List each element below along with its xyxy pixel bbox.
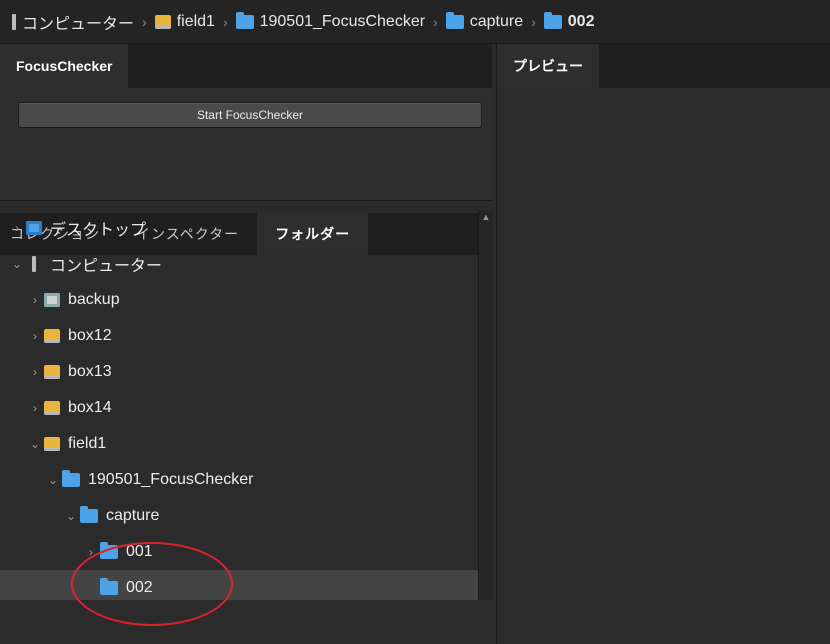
tree-item-desktop[interactable]: › デスクトップ (0, 210, 478, 246)
folder-icon (62, 470, 80, 487)
breadcrumb-item-focuschecker[interactable]: 190501_FocusChecker (235, 11, 426, 31)
chevron-right-icon: › (531, 13, 536, 30)
preview-panel: プレビュー (496, 44, 830, 644)
tree-item-box13[interactable]: › box13 (0, 354, 478, 390)
breadcrumb-label: コンピューター (22, 15, 135, 33)
tree-item-box12[interactable]: › box12 (0, 318, 478, 354)
preview-tabbar: プレビュー (497, 44, 830, 88)
folder-icon (100, 578, 118, 595)
breadcrumb-item-capture[interactable]: capture (445, 11, 524, 31)
tree-item-backup[interactable]: › backup (0, 282, 478, 318)
focuschecker-panel: Start FocusChecker (0, 88, 492, 201)
drive-icon (44, 365, 60, 379)
chevron-right-icon: › (222, 13, 228, 30)
tree-scrollbar[interactable]: ▲ (478, 210, 493, 600)
tree-item-label: 001 (126, 543, 153, 560)
chevron-down-icon[interactable]: ⌄ (64, 509, 78, 523)
breadcrumb-label: capture (469, 12, 524, 30)
breadcrumb-item-field1[interactable]: field1 (154, 12, 215, 31)
tree-item-label: field1 (68, 435, 107, 452)
backup-drive-icon (44, 293, 60, 307)
drive-icon (44, 329, 60, 343)
tree-item-label: 002 (126, 579, 153, 596)
start-focuschecker-button[interactable]: Start FocusChecker (18, 102, 482, 128)
folder-icon (100, 542, 118, 559)
tree-item-capture[interactable]: ⌄ capture (0, 498, 478, 534)
tree-item-label: backup (68, 291, 120, 308)
folder-icon (235, 11, 254, 29)
tree-item-label: デスクトップ (50, 222, 147, 239)
chevron-down-icon[interactable]: ⌄ (10, 257, 24, 271)
chevron-up-icon[interactable]: ▲ (479, 210, 493, 224)
computer-icon (12, 13, 16, 30)
tree-item-label: capture (106, 507, 160, 524)
tab-focuschecker[interactable]: FocusChecker (0, 44, 129, 88)
computer-icon (32, 256, 36, 272)
folder-icon (80, 506, 98, 523)
tree-item-box14[interactable]: › box14 (0, 390, 478, 426)
breadcrumb-item-computer[interactable]: コンピューター (12, 10, 134, 34)
tree-item-label: 190501_FocusChecker (88, 471, 254, 488)
drive-icon (154, 14, 171, 29)
desktop-folder-icon (26, 221, 42, 235)
chevron-right-icon[interactable]: › (28, 365, 42, 379)
focuschecker-tabbar: FocusChecker (0, 44, 492, 88)
chevron-right-icon[interactable]: › (28, 401, 42, 415)
tab-preview[interactable]: プレビュー (497, 44, 599, 88)
breadcrumb-label: 190501_FocusChecker (259, 12, 426, 30)
breadcrumb-label: 002 (567, 12, 595, 30)
tree-item-label: box12 (68, 327, 112, 344)
chevron-down-icon[interactable]: ⌄ (28, 437, 42, 451)
breadcrumb: コンピューター › field1 › 190501_FocusChecker ›… (0, 0, 830, 44)
chevron-right-icon[interactable]: › (10, 221, 24, 235)
chevron-right-icon: › (433, 13, 438, 30)
chevron-right-icon[interactable]: › (28, 329, 42, 343)
tree-item-field1[interactable]: ⌄ field1 (0, 426, 478, 462)
chevron-right-icon: › (142, 13, 147, 30)
tree-item-001[interactable]: › 001 (0, 534, 478, 570)
breadcrumb-item-002[interactable]: 002 (543, 11, 595, 31)
tree-item-label: コンピューター (50, 258, 163, 275)
tree-item-label: box14 (68, 399, 112, 416)
tree-item-002[interactable]: 002 (0, 570, 478, 600)
breadcrumb-label: field1 (176, 12, 215, 30)
drive-icon (44, 401, 60, 415)
drive-icon (44, 437, 60, 451)
folder-icon (445, 11, 464, 29)
tree-item-computer[interactable]: ⌄ コンピューター (0, 246, 478, 282)
tree-item-190501-focuschecker[interactable]: ⌄ 190501_FocusChecker (0, 462, 478, 498)
folder-tree: › デスクトップ ⌄ コンピューター › backup › box12 › bo… (0, 210, 478, 600)
chevron-down-icon[interactable]: ⌄ (46, 473, 60, 487)
chevron-right-icon[interactable]: › (84, 545, 98, 559)
chevron-right-icon[interactable]: › (28, 293, 42, 307)
folder-icon (543, 11, 562, 29)
tree-item-label: box13 (68, 363, 112, 380)
